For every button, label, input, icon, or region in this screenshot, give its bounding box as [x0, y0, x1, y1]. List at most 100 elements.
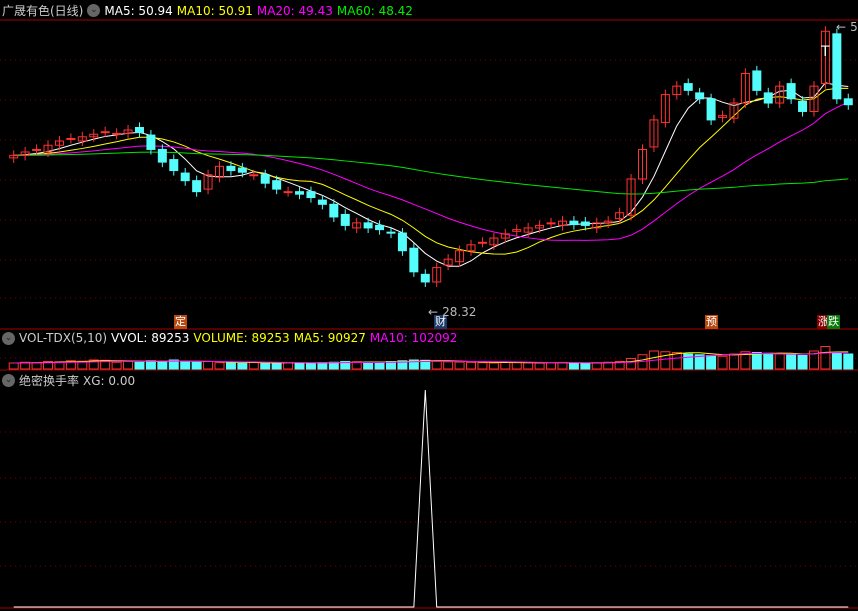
stock-title: 广晟有色(日线): [2, 4, 84, 18]
volume-bar: [283, 361, 294, 370]
candle-body: [706, 98, 716, 121]
volume-bar: [843, 353, 854, 370]
volume-bar: [500, 361, 511, 370]
volume-bar: [214, 362, 225, 370]
candle-body: [272, 180, 282, 190]
volume-bar: [225, 362, 236, 370]
candle-body: [295, 191, 305, 195]
candle-body: [546, 222, 556, 225]
volume-indicator-name: VOL-TDX(5,10): [19, 331, 108, 345]
main-header: 广晟有色(日线) ⌄ MA5: 50.94 MA10: 50.91 MA20: …: [2, 2, 413, 19]
volume-bar: [534, 362, 545, 370]
candle-body: [752, 70, 762, 91]
candle-body: [180, 172, 190, 182]
volume-bar: [443, 361, 454, 370]
chevron-down-icon[interactable]: ⌄: [2, 331, 15, 345]
candle-body: [786, 83, 796, 100]
candle-body: [763, 92, 773, 104]
volume-bar: [157, 360, 168, 370]
stock-chart-window: 广晟有色(日线) ⌄ MA5: 50.94 MA10: 50.91 MA20: …: [0, 0, 858, 611]
volume-bar: [363, 361, 374, 370]
volume-bar: [191, 361, 202, 370]
event-marker-die[interactable]: 跌: [827, 315, 840, 329]
candle-body: [32, 148, 42, 151]
xg-line: [13, 389, 849, 608]
candle-body: [832, 33, 842, 100]
candle-body: [569, 220, 579, 226]
candle-body: [283, 191, 293, 194]
volume-bar: [488, 362, 499, 370]
volume-bar: [728, 353, 739, 370]
ma20-value: MA20: 49.43: [256, 3, 333, 18]
volume-bar: [145, 360, 156, 370]
volume-bar: [523, 362, 534, 370]
volume-bar: [203, 361, 214, 370]
candle-body: [695, 92, 705, 100]
ma60-line: [13, 151, 849, 195]
volume-bar: [248, 361, 259, 370]
ma20-line: [13, 101, 849, 241]
volume-bar: [31, 362, 42, 370]
chevron-down-icon[interactable]: ⌄: [2, 374, 15, 387]
candle-body: [192, 180, 202, 193]
volume-bar: [237, 362, 248, 370]
vvol-value: VVOL: 89253: [111, 331, 190, 345]
candle-body: [580, 221, 590, 226]
candle-body: [157, 148, 167, 163]
chevron-down-icon[interactable]: ⌄: [87, 4, 101, 17]
candle-body: [260, 174, 270, 184]
volume-bar: [477, 362, 488, 370]
volume-bar: [111, 361, 122, 370]
candle-body: [100, 131, 110, 134]
candle-body: [363, 222, 373, 229]
ma60-value: MA60: 48.42: [336, 3, 413, 18]
volume-bar: [626, 358, 637, 370]
volume-bar: [763, 352, 774, 370]
candle-body: [169, 159, 179, 172]
high-price-value: 59: [850, 20, 858, 34]
xg-value: XG: 0.00: [83, 373, 136, 388]
volume-bar: [797, 355, 808, 370]
low-price-value: 28.32: [442, 305, 477, 319]
candle-body: [397, 232, 407, 252]
volume-value: VOLUME: 89253: [193, 331, 290, 345]
volume-bar: [260, 362, 271, 370]
volume-bar: [294, 362, 305, 370]
candle-body: [340, 213, 350, 226]
xg-header: ⌄ 绝密换手率 XG: 0.00: [2, 372, 135, 389]
low-price-label: ← 28.32: [428, 305, 477, 319]
volume-bar: [683, 353, 694, 370]
volume-bar: [305, 362, 316, 370]
volume-bar: [557, 361, 568, 370]
volume-header: ⌄ VOL-TDX(5,10) VVOL: 89253 VOLUME: 8925…: [2, 331, 457, 345]
volume-bar: [8, 362, 19, 370]
volume-bar: [786, 354, 797, 370]
volume-bar: [374, 361, 385, 370]
candle-body: [134, 127, 144, 134]
event-marker-yu[interactable]: 预: [705, 315, 718, 329]
volume-bar: [591, 362, 602, 370]
candle-body: [386, 231, 396, 234]
candle-body: [146, 134, 156, 150]
volume-bar: [660, 351, 671, 370]
candle-body: [306, 191, 316, 199]
volume-bar: [454, 361, 465, 370]
volume-bar: [831, 352, 842, 370]
candle-body: [112, 132, 122, 135]
vol-ma10-value: MA10: 102092: [369, 331, 458, 345]
volume-bar: [123, 361, 134, 370]
candle-body: [375, 224, 385, 231]
candle-body: [329, 203, 339, 218]
candle-body: [317, 199, 327, 205]
vol-ma5-value: MA5: 90927: [293, 331, 366, 345]
volume-bar: [134, 361, 145, 370]
volume-bar: [271, 362, 282, 370]
volume-bar: [706, 355, 717, 370]
candle-body: [409, 247, 419, 273]
volume-bar: [580, 362, 591, 370]
volume-bar: [774, 353, 785, 370]
event-marker-ding[interactable]: 定: [174, 315, 187, 329]
volume-bar: [431, 360, 442, 370]
candle-body: [798, 100, 808, 112]
candle-body: [683, 83, 693, 91]
